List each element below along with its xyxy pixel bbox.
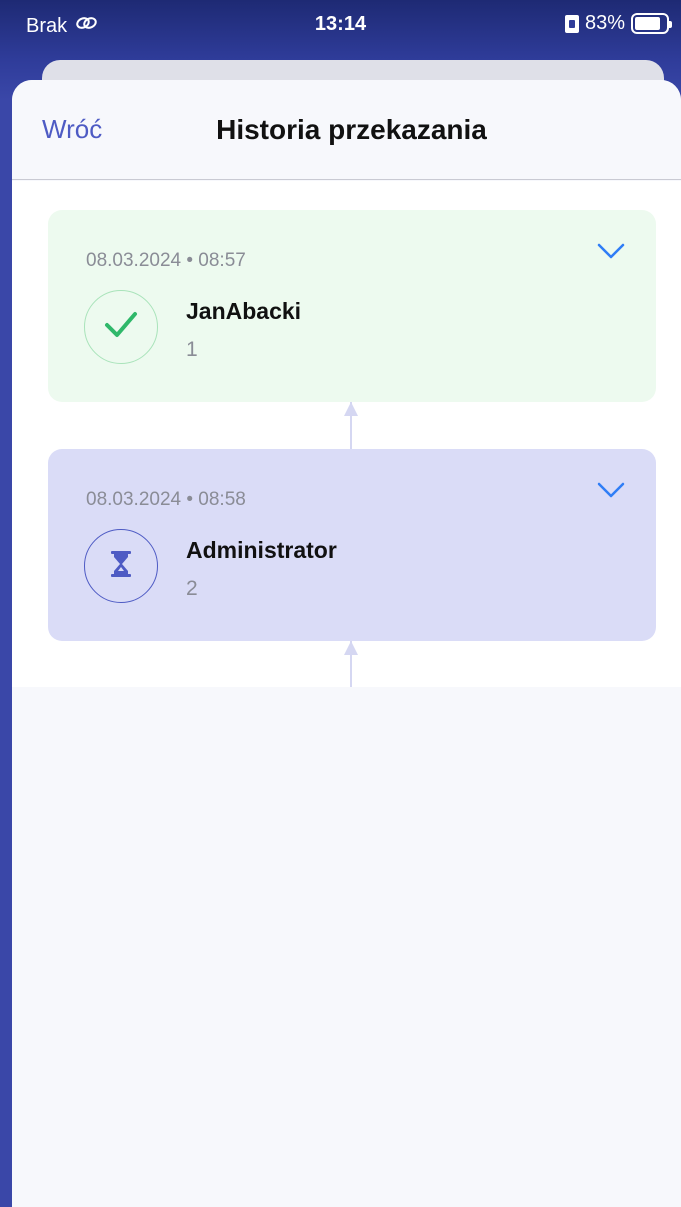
battery-fill (635, 17, 660, 30)
status-circle (84, 529, 158, 603)
status-right: 83% (564, 12, 672, 35)
history-name: Administrator (186, 537, 337, 563)
navigation-bar: Wróć Historia przekazania (12, 80, 681, 180)
battery-icon (631, 13, 672, 34)
hourglass-icon (109, 550, 133, 583)
empty-area (12, 687, 681, 1207)
status-circle (84, 290, 158, 364)
arrow-up-icon (344, 402, 358, 416)
modal-sheet: Wróć Historia przekazania 08.03.2024 • 0… (12, 80, 681, 1207)
history-step: 1 (186, 338, 198, 361)
history-card[interactable]: 08.03.2024 • 08:58 Administrator 2 (48, 449, 656, 641)
history-step: 2 (186, 577, 198, 600)
history-datetime: 08.03.2024 • 08:58 (86, 489, 246, 510)
history-datetime: 08.03.2024 • 08:57 (86, 250, 246, 271)
app-screen: Brak 13:14 83% Wróć Historia przekazania (0, 0, 681, 1207)
sim-card-icon (564, 14, 579, 33)
checkmark-icon (103, 310, 139, 345)
chevron-down-icon[interactable] (596, 479, 626, 501)
page-title: Historia przekazania (216, 114, 487, 145)
history-list: 08.03.2024 • 08:57 JanAbacki 1 08.03.202… (12, 181, 681, 687)
history-card[interactable]: 08.03.2024 • 08:57 JanAbacki 1 (48, 210, 656, 402)
chevron-down-icon[interactable] (596, 240, 626, 262)
arrow-up-icon (344, 641, 358, 655)
status-bar: Brak 13:14 83% (0, 0, 681, 54)
history-name: JanAbacki (186, 298, 302, 324)
battery-percent: 83% (584, 12, 625, 34)
